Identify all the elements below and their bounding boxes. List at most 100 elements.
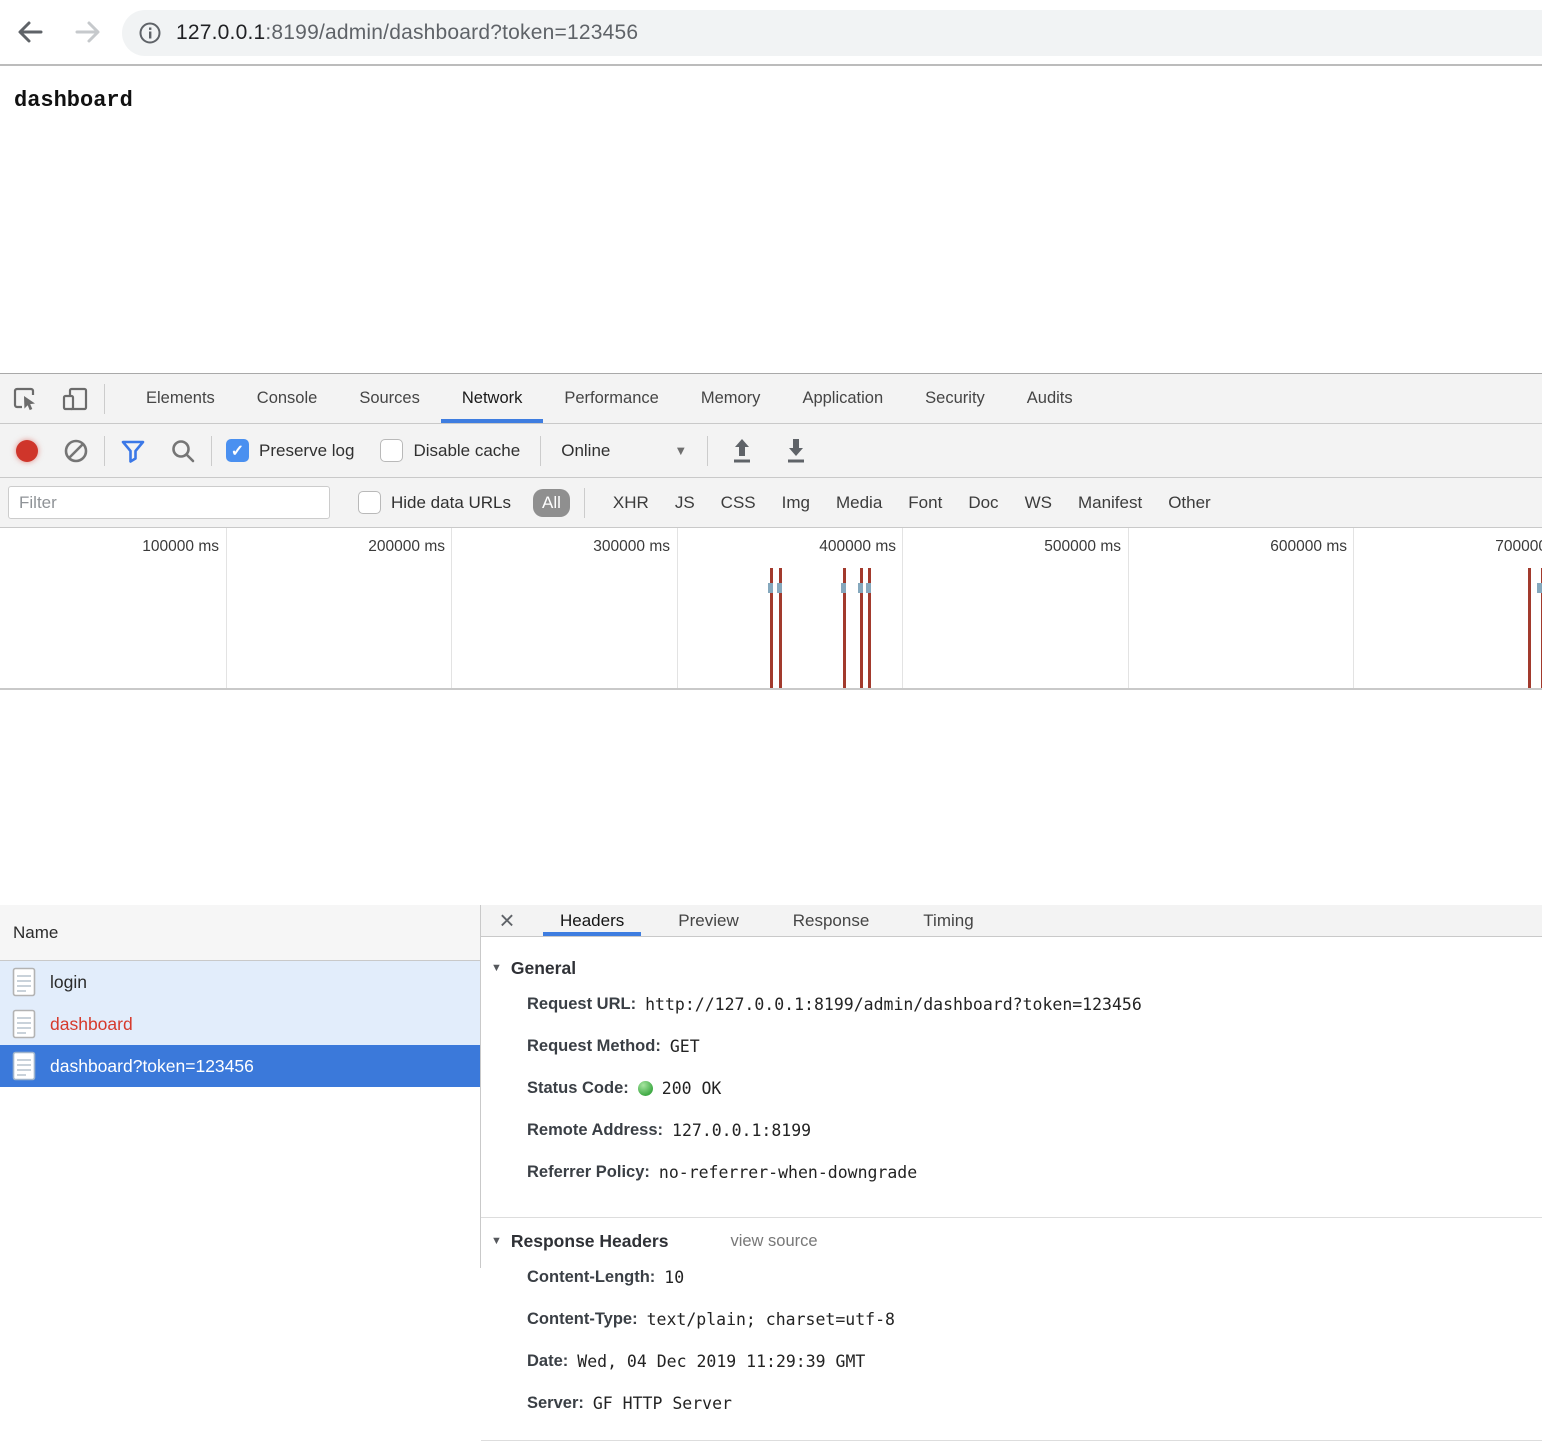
tab-response[interactable]: Response (776, 905, 887, 936)
request-name: login (50, 972, 87, 993)
header-key: Content-Length: (527, 1268, 655, 1287)
tab-sources[interactable]: Sources (338, 374, 441, 423)
status-ok-dot (638, 1081, 653, 1096)
preserve-log-checkbox[interactable]: ✓ (226, 439, 249, 462)
divider (104, 436, 105, 466)
filter-type-doc[interactable]: Doc (968, 493, 998, 513)
header-row: Date: Wed, 04 Dec 2019 11:29:39 GMT (491, 1340, 1542, 1382)
url-host: 127.0.0.1 (176, 21, 265, 44)
request-row-dashboard[interactable]: dashboard (0, 1003, 480, 1045)
header-value: Wed, 04 Dec 2019 11:29:39 GMT (577, 1352, 865, 1371)
header-value: http://127.0.0.1:8199/admin/dashboard?to… (645, 995, 1142, 1014)
request-row-dashboard-token[interactable]: dashboard?token=123456 (0, 1045, 480, 1087)
site-info-icon[interactable] (138, 21, 162, 45)
header-row: Content-Type: text/plain; charset=utf-8 (491, 1298, 1542, 1340)
tab-elements[interactable]: Elements (125, 374, 236, 423)
filter-type-media[interactable]: Media (836, 493, 882, 513)
header-row: Request URL: http://127.0.0.1:8199/admin… (491, 983, 1542, 1025)
disable-cache-label[interactable]: Disable cache (413, 441, 520, 461)
header-key: Request URL: (527, 995, 636, 1014)
url-bar[interactable]: 127.0.0.1:8199/admin/dashboard?token=123… (122, 10, 1542, 56)
header-value: 10 (664, 1268, 684, 1287)
device-toolbar-button[interactable] (50, 374, 100, 423)
record-button[interactable] (16, 440, 38, 462)
filter-type-other[interactable]: Other (1168, 493, 1211, 513)
request-name: dashboard (50, 1014, 133, 1035)
document-icon (12, 1051, 37, 1081)
disable-cache-checkbox[interactable] (380, 439, 403, 462)
tab-application[interactable]: Application (781, 374, 904, 423)
throttling-dropdown[interactable]: Online ▼ (561, 441, 687, 461)
request-tick (1537, 583, 1542, 593)
general-section-header[interactable]: ▼ General (491, 953, 1542, 983)
network-toolbar: ✓ Preserve log Disable cache Online ▼ (0, 424, 1542, 478)
filter-type-css[interactable]: CSS (721, 493, 756, 513)
filter-type-js[interactable]: JS (675, 493, 695, 513)
document-icon (12, 1009, 37, 1039)
filter-type-ws[interactable]: WS (1025, 493, 1052, 513)
tab-network[interactable]: Network (441, 374, 544, 423)
tab-preview[interactable]: Preview (661, 905, 755, 936)
tab-audits[interactable]: Audits (1006, 374, 1094, 423)
filter-type-xhr[interactable]: XHR (613, 493, 649, 513)
import-har-button[interactable] (728, 436, 756, 466)
browser-toolbar: 127.0.0.1:8199/admin/dashboard?token=123… (0, 0, 1542, 66)
url-path: :8199/admin/dashboard?token=123456 (265, 21, 638, 44)
clear-button[interactable] (62, 437, 90, 465)
timeline-tick: 700000 ms (1353, 538, 1542, 556)
network-overview[interactable]: 100000 ms 200000 ms 300000 ms 400000 ms … (0, 528, 1542, 690)
devtools-panel: Elements Console Sources Network Perform… (0, 373, 1542, 1268)
tab-memory[interactable]: Memory (680, 374, 782, 423)
header-value: 127.0.0.1:8199 (672, 1121, 811, 1140)
name-column-header[interactable]: Name (0, 905, 480, 961)
header-key: Server: (527, 1394, 584, 1413)
header-value: text/plain; charset=utf-8 (647, 1310, 895, 1329)
header-key: Request Method: (527, 1037, 661, 1056)
divider (211, 436, 212, 466)
preserve-log-label[interactable]: Preserve log (259, 441, 354, 461)
request-row-login[interactable]: login (0, 961, 480, 1003)
tab-timing[interactable]: Timing (906, 905, 990, 936)
response-headers-section-header[interactable]: ▼ Response Headers view source (491, 1226, 1542, 1256)
hide-data-urls-label[interactable]: Hide data URLs (391, 493, 511, 513)
section-title: General (511, 958, 576, 979)
tab-security[interactable]: Security (904, 374, 1006, 423)
tab-headers[interactable]: Headers (543, 905, 641, 936)
inspect-element-button[interactable] (0, 374, 50, 423)
filter-type-font[interactable]: Font (908, 493, 942, 513)
close-details-button[interactable]: × (481, 905, 533, 936)
document-icon (12, 967, 37, 997)
view-source-link[interactable]: view source (730, 1232, 817, 1251)
filter-input[interactable] (8, 486, 330, 519)
header-value: no-referrer-when-downgrade (659, 1163, 917, 1182)
filter-icon-button[interactable] (119, 437, 147, 465)
request-details-panel: × Headers Preview Response Timing ▼ Gene… (481, 905, 1542, 1268)
filter-type-img[interactable]: Img (782, 493, 810, 513)
filter-type-all[interactable]: All (533, 489, 570, 517)
back-button[interactable] (8, 10, 52, 54)
load-event-line (1528, 568, 1531, 688)
header-key: Status Code: (527, 1079, 629, 1098)
filter-type-manifest[interactable]: Manifest (1078, 493, 1142, 513)
page-body-text: dashboard (14, 88, 133, 113)
search-button[interactable] (169, 437, 197, 465)
details-tab-bar: × Headers Preview Response Timing (481, 905, 1542, 937)
divider (104, 384, 105, 414)
forward-button[interactable] (66, 10, 110, 54)
request-tick (777, 583, 782, 593)
headers-body: ▼ General Request URL: http://127.0.0.1:… (481, 937, 1542, 1441)
tab-performance[interactable]: Performance (543, 374, 679, 423)
tab-console[interactable]: Console (236, 374, 339, 423)
throttling-value: Online (561, 441, 610, 461)
request-list: Name login dashbo (0, 905, 481, 1268)
hide-data-urls-checkbox[interactable] (358, 491, 381, 514)
timeline-tick: 200000 ms (226, 538, 452, 556)
forward-arrow-icon (71, 15, 105, 49)
request-name: dashboard?token=123456 (50, 1056, 254, 1077)
header-row: Content-Length: 10 (491, 1256, 1542, 1298)
export-har-button[interactable] (782, 436, 810, 466)
request-tick (841, 583, 846, 593)
network-filter-bar: Hide data URLs All XHR JS CSS Img Media … (0, 478, 1542, 528)
timeline-tick: 400000 ms (677, 538, 903, 556)
header-value: GF HTTP Server (593, 1394, 732, 1413)
